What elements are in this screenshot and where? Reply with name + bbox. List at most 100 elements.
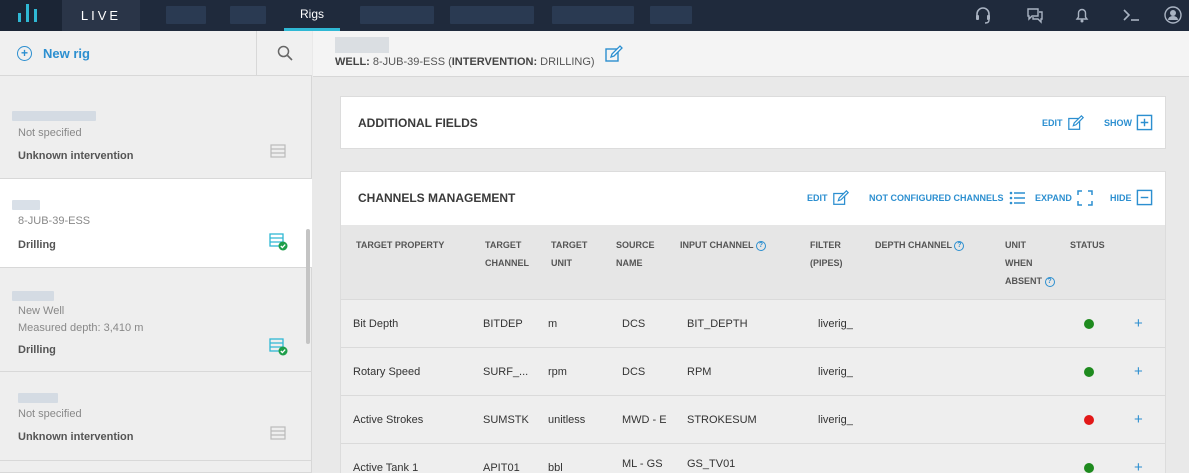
redacted-rig-name <box>12 291 54 301</box>
cell-target-channel: APIT01 <box>483 462 520 473</box>
table-row[interactable]: Rotary Speed SURF_... rpm DCS RPM liveri… <box>341 347 1165 395</box>
rig-card-intervention: Drilling <box>18 239 56 251</box>
redacted-rig-name <box>18 393 58 403</box>
help-icon[interactable]: ? <box>1044 276 1055 287</box>
cell-source-name: ML - GS <box>622 458 663 470</box>
sidebar-search-button[interactable] <box>256 31 312 76</box>
user-icon[interactable] <box>1162 5 1184 27</box>
rig-card[interactable] <box>0 461 312 473</box>
sidebar-scrollbar[interactable] <box>306 229 310 344</box>
chat-icon[interactable] <box>1024 5 1046 27</box>
sidebar-header: + New rig <box>0 31 312 76</box>
col-label-line: ABSENT <box>1005 276 1043 286</box>
col-label-line: SOURCE <box>616 240 655 250</box>
top-navigation-bar: LIVE Rigs <box>0 0 1189 31</box>
status-ok-dot <box>1084 463 1094 473</box>
terminal-icon[interactable] <box>1120 5 1142 27</box>
status-ok-dot <box>1084 319 1094 329</box>
channels-expand-button[interactable]: EXPAND <box>1035 189 1094 207</box>
support-headset-icon[interactable] <box>972 5 994 27</box>
cell-filter: liverig_ <box>818 318 853 330</box>
edit-label: EDIT <box>1042 118 1063 128</box>
col-label-line: UNIT <box>551 258 572 268</box>
tab-rigs[interactable]: Rigs <box>284 0 340 31</box>
rig-card-well: Not specified <box>18 127 82 139</box>
intervention-value: DRILLING) <box>537 56 595 68</box>
rig-header: WELL: 8-JUB-39-ESS (INTERVENTION: DRILLI… <box>313 31 1189 77</box>
rig-card[interactable]: Not specified Unknown intervention <box>0 88 312 179</box>
add-row-icon[interactable]: + <box>1134 300 1143 348</box>
status-error-dot <box>1084 415 1094 425</box>
rig-card-intervention: Drilling <box>18 344 56 356</box>
help-icon[interactable]: ? <box>755 240 766 251</box>
table-row[interactable]: Active Tank 1 APIT01 bbl ML - GS GS_TV01… <box>341 443 1165 473</box>
fullscreen-icon <box>1077 190 1093 206</box>
show-label: SHOW <box>1104 117 1132 128</box>
rig-card-well: Not specified <box>18 408 82 420</box>
logo-bar <box>26 4 29 22</box>
redacted-nav-item[interactable] <box>230 6 266 24</box>
edit-label: EDIT <box>807 193 828 203</box>
redacted-rig-title <box>335 37 389 53</box>
edit-rig-icon[interactable] <box>604 44 624 64</box>
additional-fields-title: ADDITIONAL FIELDS <box>358 116 478 130</box>
add-circle-icon: + <box>17 45 32 61</box>
cell-target-unit: rpm <box>548 366 567 378</box>
channels-edit-button[interactable]: EDIT <box>807 189 850 207</box>
redacted-rig-name <box>12 200 40 210</box>
redacted-rig-name <box>12 111 96 121</box>
col-label-line: UNIT <box>1005 240 1026 250</box>
logo-bar <box>18 13 21 22</box>
channels-hide-button[interactable]: HIDE <box>1110 189 1153 206</box>
new-rig-label: New rig <box>43 45 90 61</box>
redacted-nav-item[interactable] <box>552 6 634 24</box>
not-configured-channels-button[interactable]: NOT CONFIGURED CHANNELS <box>869 189 1026 207</box>
cell-target-property: Rotary Speed <box>353 366 421 378</box>
edit-icon <box>832 189 849 205</box>
well-value: 8-JUB-39-ESS ( <box>372 56 452 68</box>
cell-source-name: MWD - E <box>622 414 666 426</box>
table-row[interactable]: Active Strokes SUMSTK unitless MWD - E S… <box>341 395 1165 443</box>
col-depth-channel: DEPTH CHANNEL ? <box>875 236 965 254</box>
well-label: WELL: <box>335 56 370 68</box>
brand-name[interactable]: LIVE <box>62 0 140 31</box>
rig-card[interactable]: New Well Measured depth: 3,410 m Drillin… <box>0 268 312 372</box>
hide-label: HIDE <box>1110 192 1132 203</box>
app-logo[interactable] <box>0 0 62 31</box>
redacted-nav-item[interactable] <box>360 6 434 24</box>
cell-source-name: DCS <box>622 366 646 378</box>
cell-target-unit: unitless <box>548 414 586 426</box>
rig-card[interactable]: Not specified Unknown intervention <box>0 372 312 461</box>
col-target-property: TARGET PROPERTY <box>356 240 445 250</box>
col-label-line: DEPTH CHANNEL <box>875 240 952 250</box>
additional-fields-edit-button[interactable]: EDIT <box>1042 114 1085 132</box>
status-ok-dot <box>1084 367 1094 377</box>
col-source-name: SOURCE NAME <box>616 236 655 272</box>
new-rig-button[interactable]: + New rig <box>17 43 90 63</box>
rig-card-well: 8-JUB-39-ESS <box>18 215 91 227</box>
edit-icon <box>1067 114 1084 130</box>
cell-input-channel: STROKESUM <box>687 414 757 426</box>
redacted-nav-item[interactable] <box>166 6 206 24</box>
col-label-line: NAME <box>616 258 643 268</box>
redacted-nav-item[interactable] <box>650 6 692 24</box>
col-label-line: TARGET <box>551 240 588 250</box>
col-label-line: INPUT CHANNEL <box>680 240 754 250</box>
rig-card-depth: Measured depth: 3,410 m <box>18 322 144 334</box>
expand-label: EXPAND <box>1035 193 1072 203</box>
add-row-icon[interactable]: + <box>1134 348 1143 396</box>
additional-fields-show-button[interactable]: SHOW <box>1104 114 1153 131</box>
well-summary: WELL: 8-JUB-39-ESS (INTERVENTION: DRILLI… <box>335 56 595 68</box>
help-icon[interactable]: ? <box>954 240 965 251</box>
cell-input-channel: GS_TV01 <box>687 458 736 470</box>
col-filter: FILTER (PIPES) <box>810 236 843 272</box>
col-label-line: CHANNEL <box>485 258 529 268</box>
bell-icon[interactable] <box>1071 5 1093 27</box>
table-row[interactable]: Bit Depth BITDEP m DCS BIT_DEPTH liverig… <box>341 299 1165 347</box>
add-row-icon[interactable]: + <box>1134 444 1143 473</box>
logo-bar <box>34 9 37 22</box>
redacted-nav-item[interactable] <box>450 6 534 24</box>
cell-target-channel: BITDEP <box>483 318 523 330</box>
add-row-icon[interactable]: + <box>1134 396 1143 444</box>
rig-card-selected[interactable]: 8-JUB-39-ESS Drilling <box>0 179 312 268</box>
